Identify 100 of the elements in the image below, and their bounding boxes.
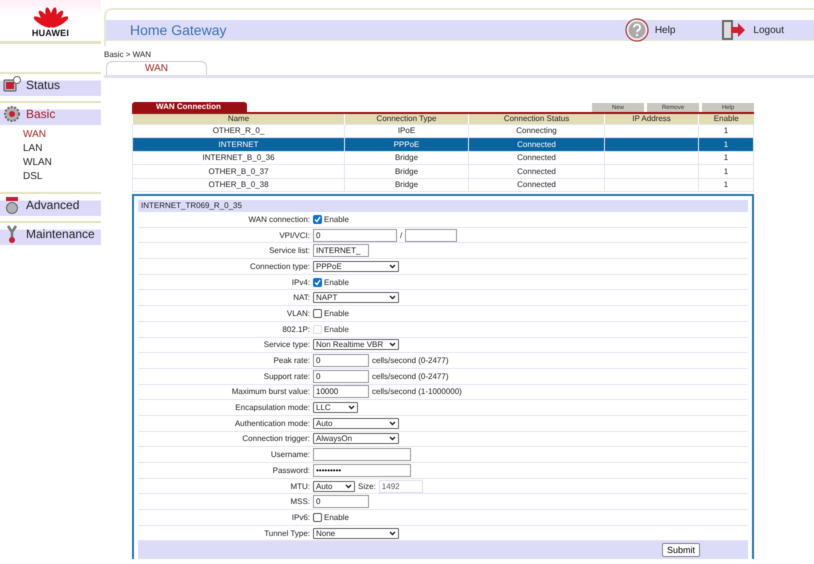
text-field[interactable]: INTERNET_ (313, 244, 369, 258)
submit-button[interactable]: Submit (662, 543, 700, 558)
gear-icon (2, 104, 22, 124)
text-field[interactable]: 0 (313, 495, 369, 508)
header-link[interactable]: Help (624, 18, 676, 42)
dropdown[interactable]: Non Realtime VBR (313, 339, 399, 350)
logo-text: HUAWEI (32, 28, 70, 38)
field-label: Tunnel Type: (263, 528, 311, 538)
field-label: IPv4: (290, 278, 311, 287)
column-header: Connection Status (468, 114, 604, 124)
dropdown[interactable]: AlwaysOn (313, 433, 399, 444)
nav-subitem[interactable]: DSL (23, 171, 101, 183)
checkbox-label: Enable (324, 308, 349, 318)
table-cell: 1 (698, 178, 754, 192)
table-cell: Connected (468, 164, 604, 178)
text-field[interactable] (313, 448, 411, 462)
checkbox[interactable] (313, 512, 322, 522)
chevron-icon (389, 420, 396, 426)
dropdown[interactable]: None (313, 528, 399, 539)
column-header: IP Address (604, 114, 698, 124)
field-label: MTU: (289, 482, 311, 491)
page-title: Home Gateway (130, 22, 228, 38)
checkbox-label: Enable (324, 324, 349, 334)
chevron-icon (389, 436, 396, 442)
table-cell: INTERNET (132, 138, 344, 151)
table-cell: PPPoE (344, 138, 468, 151)
nav-item[interactable]: Maintenance (0, 221, 101, 245)
field-label: Connection trigger: (241, 434, 311, 444)
dropdown[interactable]: NAPT (313, 292, 399, 304)
tab[interactable]: WAN (106, 61, 207, 75)
nav-subitem[interactable]: LAN (23, 143, 101, 155)
breadcrumb: Basic > WAN (104, 50, 152, 59)
help-icon (624, 18, 649, 42)
chevron-icon (389, 295, 396, 300)
chevron-icon (348, 405, 355, 410)
column-header: Name (132, 114, 344, 124)
table-cell: 1 (698, 138, 754, 151)
field-label: Connection type: (248, 262, 311, 271)
hint-text: cells/second (0-2477) (372, 372, 448, 381)
table-cell: OTHER_B_0_38 (132, 178, 344, 192)
vpi-field[interactable]: 0 (313, 228, 397, 242)
text-field[interactable]: 0 (313, 370, 369, 383)
field-label: IPv6: (290, 512, 311, 522)
table-cell: Connected (468, 138, 604, 151)
size-label: Size: (358, 482, 376, 491)
field-label: Peak rate: (272, 356, 311, 366)
chevron-icon (389, 530, 396, 536)
field-label: Maximum burst value: (230, 387, 311, 396)
field-label: Encapsulation mode: (234, 403, 311, 412)
header-link[interactable]: Logout (721, 19, 784, 41)
table-cell: Connecting (468, 124, 604, 138)
table-cell: Bridge (344, 164, 468, 178)
panel-title: INTERNET_TR069_R_0_35 (138, 200, 748, 212)
field-label: MSS: (289, 497, 311, 506)
nav-subitem[interactable]: WAN (23, 129, 101, 141)
checkbox-label: Enable (324, 512, 349, 522)
nav-item[interactable]: Advanced (0, 192, 101, 216)
chevron-icon (389, 342, 396, 348)
table-cell: 1 (698, 164, 754, 178)
checkbox[interactable] (313, 308, 322, 318)
table-cell: OTHER_R_0_ (132, 124, 344, 138)
separator-text: / (400, 230, 402, 240)
field-label: Service type: (262, 340, 311, 350)
chevron-icon (345, 484, 352, 489)
checkbox-label: Enable (324, 214, 349, 224)
hint-text: cells/second (0-2477) (372, 356, 448, 366)
column-header: Connection Type (344, 114, 468, 124)
table-title: WAN Connection (132, 102, 247, 112)
size-field[interactable]: 1492 (378, 480, 423, 493)
nav-item[interactable]: Status (0, 72, 101, 96)
dropdown[interactable]: Auto (313, 480, 355, 492)
field-label: NAT: (292, 293, 311, 302)
field-label: VPI/VCI: (278, 230, 311, 240)
checkbox-label: Enable (324, 278, 349, 287)
password-field[interactable]: ••••••••• (313, 464, 411, 477)
table-cell: Bridge (344, 178, 468, 192)
field-label: Username: (270, 450, 311, 460)
field-label: Authentication mode: (234, 418, 311, 428)
flower-logo-icon (34, 6, 68, 28)
dropdown[interactable]: LLC (313, 402, 358, 414)
table-cell: OTHER_B_0_37 (132, 164, 344, 178)
hint-text: cells/second (1-1000000) (372, 387, 462, 396)
field-label: VLAN: (286, 308, 311, 318)
nav-item[interactable]: Basic (0, 101, 101, 125)
column-header: Enable (698, 114, 754, 124)
nav-subitem[interactable]: WLAN (23, 157, 101, 169)
text-field[interactable]: 10000 (313, 385, 369, 398)
table-cell: Connected (468, 178, 604, 192)
text-field[interactable]: 0 (313, 354, 369, 368)
field-label: Service list: (268, 246, 311, 256)
checkbox[interactable] (313, 214, 322, 224)
field-label: WAN connection: (247, 214, 311, 224)
field-label: Password: (272, 466, 311, 475)
field-label: 802.1P: (281, 324, 311, 334)
dropdown[interactable]: PPPoE (313, 260, 399, 272)
checkbox[interactable] (313, 278, 322, 287)
table-cell: IPoE (344, 124, 468, 138)
chevron-icon (389, 264, 396, 269)
vci-field[interactable] (405, 228, 458, 242)
dropdown[interactable]: Auto (313, 418, 399, 429)
